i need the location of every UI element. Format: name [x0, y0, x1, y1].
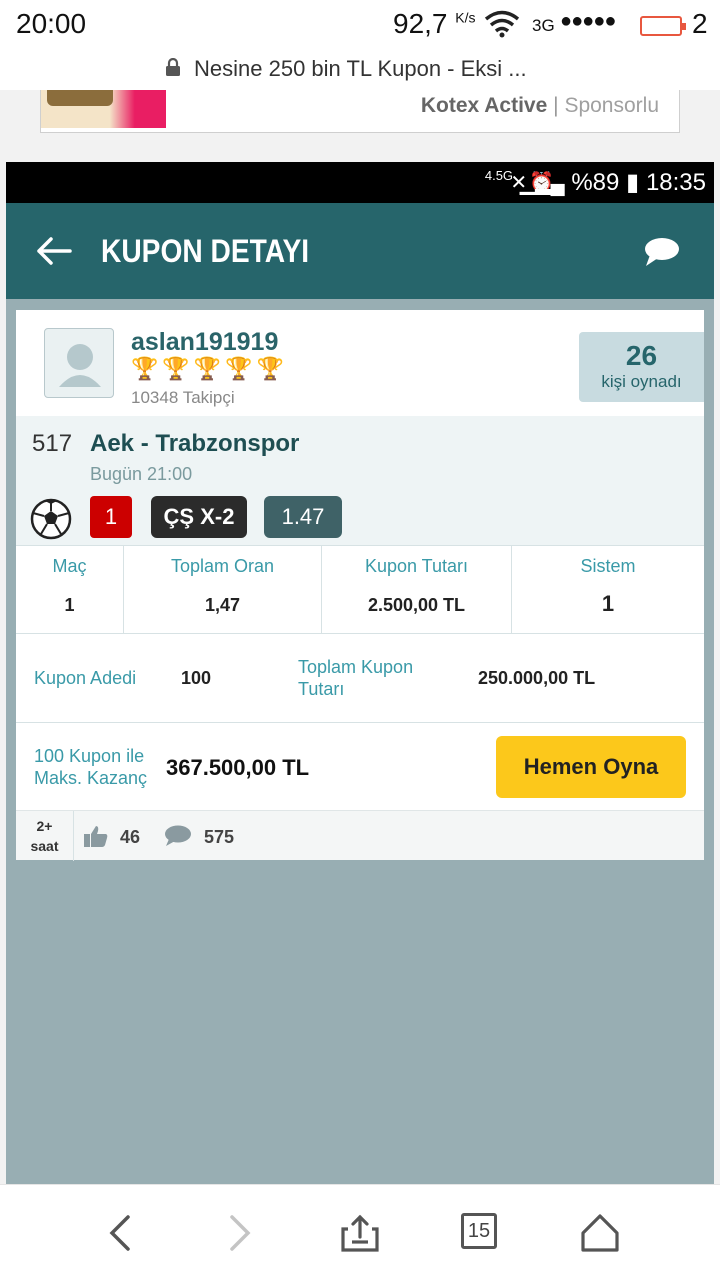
play-now-button[interactable]: Hemen Oyna [496, 736, 686, 798]
followers-count: 10348 Takipçi [131, 388, 235, 407]
network-type: 3G [532, 16, 555, 35]
share-icon[interactable] [340, 1213, 380, 1253]
battery-icon: ▮ [626, 169, 640, 196]
ad-brand: Kotex Active [420, 94, 548, 117]
stat-kupon-tutari: Kupon Tutarı 2.500,00 TL [321, 546, 511, 634]
pick-badge: 1 [90, 496, 132, 538]
match-row[interactable]: 517 Aek - Trabzonspor Bugün 21:00 1 ÇŞ X… [16, 416, 704, 546]
battery-level: 2 [692, 8, 708, 39]
inner-status-bar: ✕⏰ 4.5G ▁▂▄ %89 ▮ 18:35 [6, 162, 714, 203]
back-icon[interactable] [100, 1213, 140, 1253]
played-label: kişi oynadı [601, 372, 682, 391]
ad-sponsored-label: Sponsorlu [564, 94, 659, 117]
network-speed: 92,7 K/s [393, 8, 476, 39]
sponsored-ad[interactable]: Kotex Active | Sponsorlu [40, 90, 680, 133]
thumbs-up-icon[interactable] [84, 825, 108, 847]
wifi-icon [484, 10, 520, 38]
coupon-count-value: 100 [181, 668, 212, 688]
max-win-amount: 367.500,00 TL [166, 755, 310, 780]
avatar[interactable] [44, 328, 114, 398]
max-win-label: 100 Kupon ile Maks. Kazanç [34, 746, 148, 788]
coupon-footer: 2+ saat 46 575 [16, 810, 704, 861]
odds-badge: 1.47 [264, 496, 342, 538]
signal-icon: ▁▂▄ [519, 173, 565, 195]
page-title[interactable]: Nesine 250 bin TL Kupon - Eksi ... [194, 56, 527, 82]
stat-mac: Maç 1 [52, 556, 87, 615]
coupon-stats: Maç 1 Toplam Oran 1,47 Kupon Tutarı 2.50… [16, 545, 704, 634]
stat-toplam-oran: Toplam Oran 1,47 [123, 546, 321, 634]
likes-count: 46 [120, 827, 141, 847]
coupon-count-label: Kupon Adedi [34, 668, 137, 688]
header-title: KUPON DETAYI [101, 233, 310, 269]
embedded-screenshot: ✕⏰ 4.5G ▁▂▄ %89 ▮ 18:35 KUPON DETAYI asl… [6, 162, 714, 1184]
coupon-total-label: Toplam Kupon Tutarı [298, 657, 414, 699]
screen: { "os_status": { "time": "20:00", "speed… [0, 0, 720, 1280]
os-status-bar: 20:00 92,7 K/s 3G ●●●●● 2 [0, 0, 720, 50]
chat-icon[interactable] [644, 237, 680, 267]
ad-image[interactable] [41, 90, 166, 128]
played-count-badge: 26 kişi oynadı [579, 332, 704, 402]
stat-sistem: Sistem 1 [511, 546, 704, 634]
coupon-count-row: Kupon Adedi 100 Toplam Kupon Tutarı 250.… [16, 634, 704, 723]
coupon-total-value: 250.000,00 TL [478, 668, 596, 688]
battery-icon [640, 16, 686, 36]
soccer-ball-icon [30, 498, 72, 540]
os-time: 20:00 [16, 8, 87, 39]
max-win-row: 100 Kupon ile Maks. Kazanç 367.500,00 TL… [16, 723, 704, 810]
inner-time: 18:35 [645, 169, 706, 196]
match-code: 517 [32, 430, 73, 457]
lock-icon [166, 58, 180, 76]
username[interactable]: aslan191919 [131, 328, 278, 357]
back-arrow-icon[interactable] [36, 236, 72, 266]
signal-dots: ●●●●● [560, 10, 616, 32]
post-age: 2+ saat [16, 811, 74, 861]
tabs-button[interactable]: 15 [461, 1213, 497, 1249]
played-count: 26 [625, 340, 658, 371]
browser-bottom-bar: 15 [0, 1184, 720, 1280]
home-icon[interactable] [580, 1213, 620, 1253]
trophy-icons: 🏆🏆🏆🏆🏆 [131, 356, 288, 381]
coupon-card: aslan191919 🏆🏆🏆🏆🏆 10348 Takipçi 26 kişi … [16, 310, 704, 861]
comment-icon[interactable] [164, 825, 192, 847]
inner-battery: %89 [571, 169, 620, 196]
match-teams: Aek - Trabzonspor [90, 430, 300, 457]
forward-icon[interactable] [220, 1213, 260, 1253]
app-header: KUPON DETAYI [6, 203, 714, 299]
comments-count: 575 [204, 827, 235, 847]
user-icon [59, 344, 101, 387]
inner-network: 4.5G [484, 168, 514, 183]
match-time: Bugün 21:00 [90, 464, 193, 484]
market-badge: ÇŞ X-2 [151, 496, 247, 538]
